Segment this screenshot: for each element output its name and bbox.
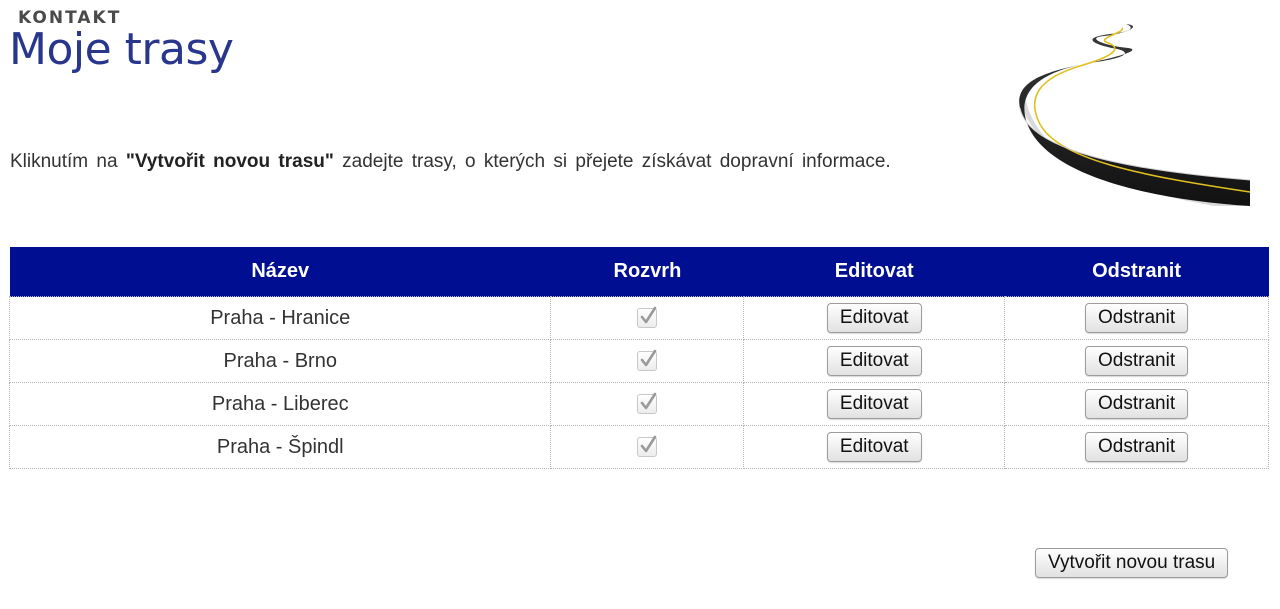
- checkmark-icon: [641, 435, 657, 453]
- route-name: Praha - Špindl: [8, 425, 552, 469]
- intro-highlight: "Vytvořit novou trasu": [125, 151, 334, 172]
- checkmark-icon: [641, 306, 657, 324]
- edit-button[interactable]: Editovat: [826, 303, 922, 333]
- edit-button[interactable]: Editovat: [826, 346, 922, 376]
- table-row: Praha - Brno Editovat Odstranit: [8, 339, 1269, 383]
- create-route-button[interactable]: Vytvořit novou trasu: [1035, 548, 1229, 578]
- header-name: Název: [9, 247, 551, 297]
- header-edit: Editovat: [743, 247, 1005, 297]
- delete-button[interactable]: Odstranit: [1085, 303, 1189, 333]
- road-illustration: [1019, 24, 1250, 206]
- page-title: Moje trasy: [9, 24, 234, 75]
- route-name: Praha - Brno: [8, 339, 552, 383]
- schedule-checkbox[interactable]: [637, 306, 658, 329]
- intro-text: Kliknutím na "Vytvořit novou trasu" zade…: [10, 146, 970, 178]
- delete-button[interactable]: Odstranit: [1085, 346, 1189, 376]
- table-row: Praha - Liberec Editovat Odstranit: [8, 382, 1269, 426]
- delete-button[interactable]: Odstranit: [1085, 432, 1189, 462]
- routes-table: Název Rozvrh Editovat Odstranit Praha - …: [8, 247, 1269, 469]
- table-header-row: Název Rozvrh Editovat Odstranit: [9, 247, 1269, 297]
- intro-after: zadejte trasy, o kterých si přejete získ…: [333, 151, 891, 172]
- schedule-checkbox[interactable]: [637, 349, 658, 372]
- edit-button[interactable]: Editovat: [826, 432, 922, 462]
- table-row: Praha - Hranice Editovat Odstranit: [8, 296, 1269, 340]
- checkmark-icon: [641, 349, 657, 367]
- schedule-checkbox[interactable]: [637, 392, 658, 415]
- schedule-checkbox[interactable]: [637, 435, 658, 458]
- route-name: Praha - Hranice: [8, 296, 552, 340]
- header-schedule: Rozvrh: [550, 247, 744, 297]
- checkmark-icon: [641, 392, 657, 410]
- edit-button[interactable]: Editovat: [826, 389, 922, 419]
- intro-before: Kliknutím na: [10, 151, 126, 172]
- table-row: Praha - Špindl Editovat Odstranit: [8, 425, 1269, 469]
- delete-button[interactable]: Odstranit: [1085, 389, 1189, 419]
- route-name: Praha - Liberec: [8, 382, 552, 426]
- page: KONTAKT Moje trasy Kliknutím na "Vytvoři…: [0, 0, 1280, 609]
- header-delete: Odstranit: [1004, 247, 1269, 297]
